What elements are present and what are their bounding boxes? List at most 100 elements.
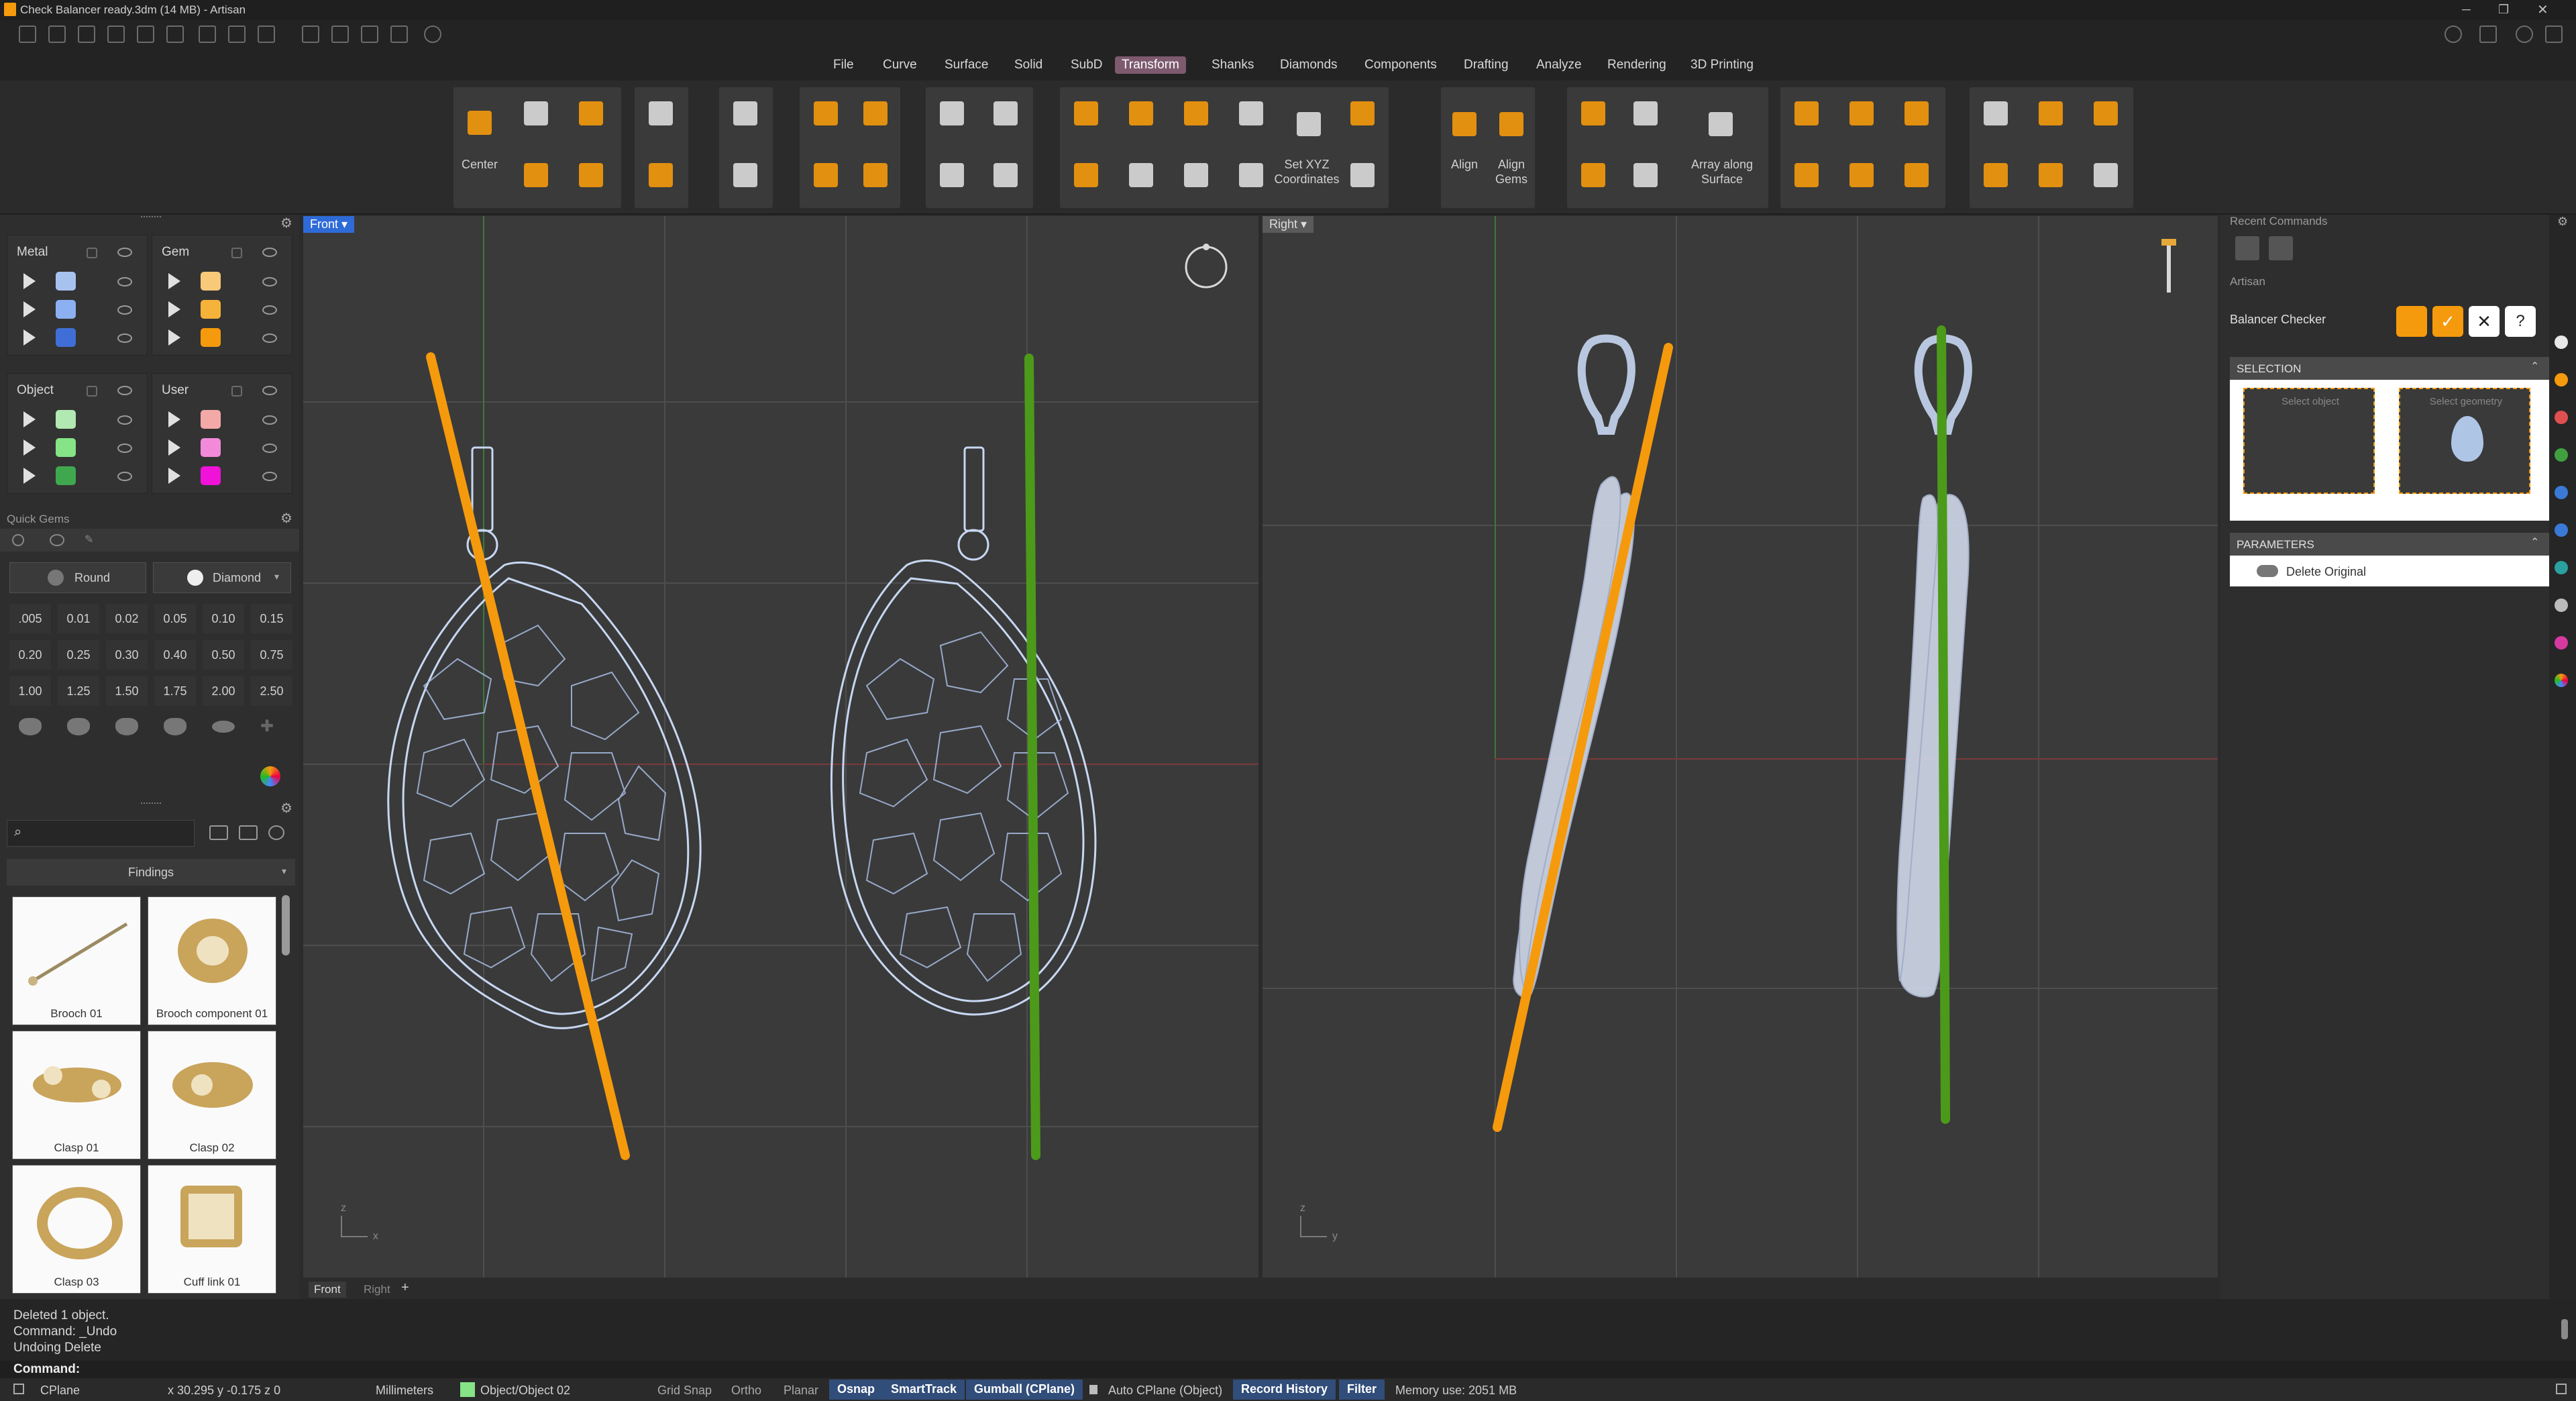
mirror-button[interactable] [722, 90, 769, 137]
lock-icon[interactable] [87, 248, 97, 258]
side-tool-icon[interactable] [2555, 411, 2568, 424]
side-tool-icon[interactable] [2555, 448, 2568, 462]
maximize-icon[interactable]: ❐ [2498, 3, 2509, 17]
eye-icon[interactable] [117, 277, 132, 287]
status-osnap[interactable]: Osnap [829, 1380, 883, 1400]
layer-color-swatch[interactable] [201, 466, 221, 485]
panel-grip[interactable] [141, 216, 161, 219]
cut-pear-icon[interactable] [164, 718, 186, 735]
scale-nu-button[interactable] [1228, 90, 1275, 137]
orient-button[interactable] [637, 90, 684, 137]
undo-recent-icon[interactable] [2269, 236, 2293, 260]
cplane-icon[interactable] [13, 1384, 24, 1394]
side-tool-icon[interactable] [2555, 561, 2568, 574]
center-button[interactable] [456, 99, 503, 146]
flip-button[interactable] [982, 90, 1029, 137]
scale-2-button[interactable] [1063, 152, 1110, 199]
parameters-header[interactable]: PARAMETERS ⌃ [2230, 533, 2552, 556]
recent-command-icon[interactable] [2235, 236, 2259, 260]
info-icon[interactable] [2445, 25, 2462, 43]
gem-size-button[interactable]: 1.00 [9, 676, 51, 706]
scale-2d-button[interactable] [1118, 90, 1165, 137]
layer-color-swatch[interactable] [201, 272, 221, 291]
align-button[interactable] [1441, 101, 1488, 148]
gem-size-button[interactable]: 1.25 [58, 676, 99, 706]
flow-srf-button[interactable] [1838, 152, 1885, 199]
menu-3d-printing[interactable]: 3D Printing [1684, 56, 1760, 74]
color-wheel-icon[interactable] [260, 766, 280, 786]
folder-add-icon[interactable] [239, 825, 258, 840]
layer-color-swatch[interactable] [201, 300, 221, 319]
flow-line-button[interactable] [1893, 90, 1940, 137]
align-gems-button[interactable] [1488, 101, 1535, 148]
status-ortho[interactable]: Ortho [731, 1384, 761, 1398]
eye-icon[interactable] [262, 248, 277, 257]
cancel-button[interactable]: ✕ [2469, 306, 2500, 337]
gem-size-button[interactable]: 0.05 [154, 604, 196, 633]
play-icon[interactable] [23, 468, 36, 484]
gem-size-button[interactable]: 0.02 [106, 604, 148, 633]
cage-grid-button[interactable] [2082, 152, 2129, 199]
array-surface-button[interactable] [1697, 101, 1744, 148]
mirror-copy-button[interactable] [722, 152, 769, 199]
side-tool-icon[interactable] [2555, 674, 2568, 687]
cut-cushion-icon[interactable] [115, 718, 138, 735]
library-item[interactable]: Clasp 03 [12, 1165, 141, 1294]
layer-color-swatch[interactable] [201, 328, 221, 347]
status-layer[interactable]: Object/Object 02 [480, 1384, 570, 1398]
select-geometry-slot[interactable]: Select geometry [2399, 388, 2530, 494]
menu-transform[interactable]: Transform [1115, 56, 1186, 74]
gem-size-button[interactable]: .005 [9, 604, 51, 633]
cage-ring-button[interactable] [1972, 152, 2019, 199]
gem-size-button[interactable]: 0.25 [58, 640, 99, 670]
folder-icon[interactable] [209, 825, 228, 840]
gem-size-button[interactable]: 0.50 [203, 640, 244, 670]
side-tool-icon[interactable] [2555, 373, 2568, 386]
library-item[interactable]: Clasp 01 [12, 1031, 141, 1159]
cut-round-icon[interactable] [19, 718, 42, 735]
save-as-icon[interactable] [228, 25, 246, 43]
flow-curve-button[interactable] [1838, 90, 1885, 137]
stretch-button[interactable] [1228, 152, 1275, 199]
layers-icon[interactable] [2479, 25, 2497, 43]
play-icon[interactable] [168, 468, 180, 484]
eye-icon[interactable] [262, 277, 277, 287]
gem-size-button[interactable]: 0.01 [58, 604, 99, 633]
panel-grip[interactable] [141, 802, 161, 805]
play-icon[interactable] [23, 329, 36, 346]
tab-right[interactable]: Right [358, 1282, 396, 1298]
rotate-button[interactable] [928, 90, 975, 137]
settings-icon[interactable] [390, 25, 408, 43]
close-icon[interactable]: ✕ [2537, 1, 2548, 18]
eye-icon[interactable] [262, 386, 277, 395]
orient-3pt-button[interactable] [637, 152, 684, 199]
delete-original-toggle[interactable] [2257, 565, 2278, 577]
status-auto-cplane[interactable]: Auto CPlane (Object) [1108, 1384, 1222, 1398]
menu-subd[interactable]: SubD [1064, 56, 1110, 74]
shear-button[interactable] [1173, 152, 1220, 199]
confirm-button[interactable]: ✓ [2432, 306, 2463, 337]
new-template-icon[interactable] [48, 25, 66, 43]
status-grid-snap[interactable]: Grid Snap [657, 1384, 712, 1398]
help-button[interactable]: ? [2505, 306, 2536, 337]
play-icon[interactable] [168, 411, 180, 427]
render-icon[interactable] [424, 25, 441, 43]
selection-header[interactable]: SELECTION ⌃ [2230, 357, 2552, 380]
layer-color-swatch[interactable] [56, 410, 76, 429]
eye-icon[interactable] [117, 248, 132, 257]
gem-size-button[interactable]: 0.75 [251, 640, 292, 670]
play-icon[interactable] [23, 273, 36, 289]
play-icon[interactable] [23, 411, 36, 427]
refresh-icon[interactable] [268, 825, 284, 840]
play-icon[interactable] [23, 439, 36, 456]
cage-band-button[interactable] [2027, 152, 2074, 199]
eye-icon[interactable] [262, 444, 277, 453]
gem-size-button[interactable]: 0.30 [106, 640, 148, 670]
gem-material-dropdown[interactable]: Diamond ▾ [153, 562, 291, 593]
menu-drafting[interactable]: Drafting [1457, 56, 1515, 74]
layer-color-swatch[interactable] [56, 300, 76, 319]
library-item[interactable]: Brooch 01 [12, 896, 141, 1025]
nudge-button[interactable] [568, 152, 614, 199]
save-icon[interactable] [199, 25, 216, 43]
menu-rendering[interactable]: Rendering [1601, 56, 1673, 74]
